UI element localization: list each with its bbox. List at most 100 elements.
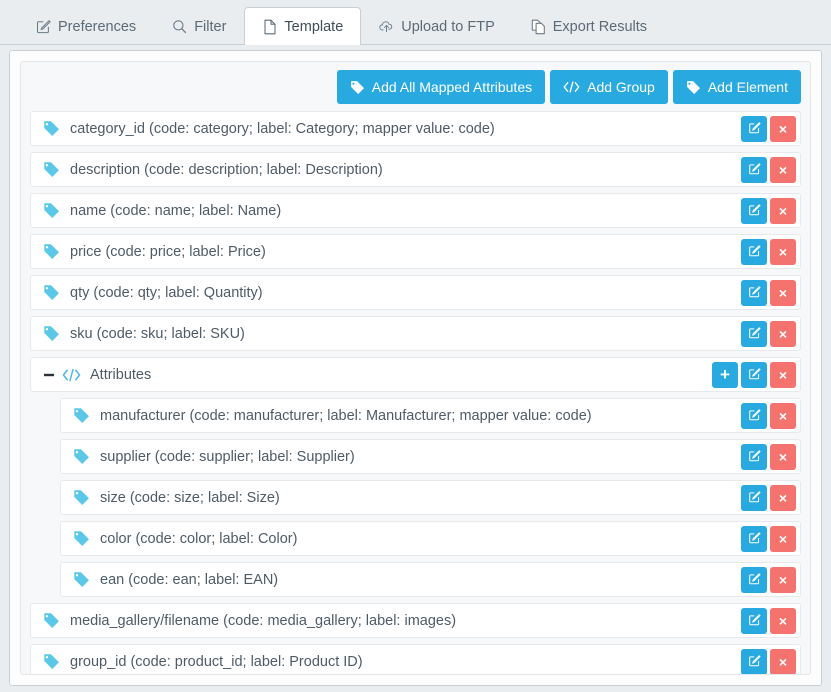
template-element-row[interactable]: color (code: color; label: Color) × — [60, 521, 801, 556]
add-group-button[interactable]: Add Group — [550, 70, 668, 104]
close-icon: × — [778, 202, 788, 219]
edit-button[interactable] — [741, 525, 767, 552]
tab-filter[interactable]: Filter — [154, 7, 244, 45]
edit-icon — [748, 162, 761, 178]
delete-button[interactable]: × — [770, 566, 796, 593]
edit-icon — [748, 244, 761, 260]
close-icon: × — [778, 366, 788, 383]
template-element-row[interactable]: media_gallery/filename (code: media_gall… — [30, 603, 801, 638]
delete-button[interactable]: × — [770, 320, 796, 347]
template-element-row[interactable]: description (code: description; label: D… — [30, 152, 801, 187]
edit-button[interactable] — [741, 238, 767, 265]
template-toolbar: Add All Mapped Attributes Add Group Add … — [30, 70, 801, 104]
template-element-row[interactable]: group_id (code: product_id; label: Produ… — [30, 644, 801, 674]
edit-icon — [748, 367, 761, 383]
close-icon: × — [778, 120, 788, 137]
close-icon: × — [778, 653, 788, 670]
edit-icon — [748, 326, 761, 342]
close-icon: × — [778, 243, 788, 260]
edit-button[interactable] — [741, 361, 767, 388]
tab-label: Preferences — [58, 18, 137, 35]
edit-button[interactable] — [741, 648, 767, 674]
template-element-row[interactable]: category_id (code: category; label: Cate… — [30, 111, 801, 146]
edit-button[interactable] — [741, 484, 767, 511]
tab-export-results[interactable]: Export Results — [513, 7, 665, 45]
row-actions: × — [741, 402, 796, 429]
edit-icon — [748, 531, 761, 547]
row-actions: × — [741, 566, 796, 593]
close-icon: × — [778, 612, 788, 629]
row-actions: × — [741, 238, 796, 265]
delete-button[interactable]: × — [770, 402, 796, 429]
row-label: sku (code: sku; label: SKU) — [70, 325, 245, 342]
row-label: qty (code: qty; label: Quantity) — [70, 284, 263, 301]
tag-icon — [41, 612, 61, 629]
close-icon: × — [778, 325, 788, 342]
edit-button[interactable] — [741, 443, 767, 470]
add-group-label: Add Group — [587, 79, 655, 95]
row-label: size (code: size; label: Size) — [100, 489, 280, 506]
row-actions: × — [741, 115, 796, 142]
edit-button[interactable] — [741, 279, 767, 306]
template-element-row[interactable]: manufacturer (code: manufacturer; label:… — [60, 398, 801, 433]
close-icon: × — [778, 284, 788, 301]
row-actions: × — [741, 197, 796, 224]
add-all-mapped-attributes-button[interactable]: Add All Mapped Attributes — [336, 70, 546, 104]
row-actions: × — [741, 607, 796, 634]
template-element-row[interactable]: name (code: name; label: Name) × — [30, 193, 801, 228]
row-actions: × — [741, 525, 796, 552]
delete-button[interactable]: × — [770, 156, 796, 183]
edit-icon — [748, 654, 761, 670]
edit-button[interactable] — [741, 115, 767, 142]
row-label: category_id (code: category; label: Cate… — [70, 120, 495, 137]
template-element-row[interactable]: sku (code: sku; label: SKU) × — [30, 316, 801, 351]
row-actions: × — [741, 279, 796, 306]
row-actions: × — [741, 443, 796, 470]
edit-button[interactable] — [741, 566, 767, 593]
add-element-label: Add Element — [707, 79, 788, 95]
edit-button[interactable] — [741, 607, 767, 634]
template-element-row[interactable]: supplier (code: supplier; label: Supplie… — [60, 439, 801, 474]
close-icon: × — [778, 489, 788, 506]
add-child-button[interactable]: + — [712, 361, 738, 388]
delete-button[interactable]: × — [770, 607, 796, 634]
delete-button[interactable]: × — [770, 525, 796, 552]
edit-icon — [748, 490, 761, 506]
tag-icon — [41, 653, 61, 670]
template-element-row[interactable]: size (code: size; label: Size) × — [60, 480, 801, 515]
plus-icon: + — [720, 365, 730, 384]
template-element-row[interactable]: ean (code: ean; label: EAN) × — [60, 562, 801, 597]
tab-preferences[interactable]: Preferences — [18, 7, 154, 45]
minus-icon[interactable] — [41, 369, 57, 381]
edit-icon — [748, 408, 761, 424]
template-element-row[interactable]: price (code: price; label: Price) × — [30, 234, 801, 269]
edit-button[interactable] — [741, 320, 767, 347]
delete-button[interactable]: × — [770, 238, 796, 265]
add-element-button[interactable]: Add Element — [672, 70, 801, 104]
tab-label: Template — [284, 18, 344, 35]
tag-icon — [41, 284, 61, 301]
tag-icon — [41, 325, 61, 342]
tag-icon — [350, 80, 365, 95]
delete-button[interactable]: × — [770, 279, 796, 306]
delete-button[interactable]: × — [770, 484, 796, 511]
edit-button[interactable] — [741, 402, 767, 429]
template-element-row[interactable]: qty (code: qty; label: Quantity) × — [30, 275, 801, 310]
add-all-mapped-attributes-label: Add All Mapped Attributes — [371, 79, 533, 95]
delete-button[interactable]: × — [770, 361, 796, 388]
row-label: color (code: color; label: Color) — [100, 530, 298, 547]
delete-button[interactable]: × — [770, 115, 796, 142]
template-group-row[interactable]: Attributes + × — [30, 357, 801, 392]
row-label: manufacturer (code: manufacturer; label:… — [100, 407, 592, 424]
delete-button[interactable]: × — [770, 648, 796, 674]
edit-button[interactable] — [741, 197, 767, 224]
search-icon — [172, 19, 187, 35]
delete-button[interactable]: × — [770, 197, 796, 224]
delete-button[interactable]: × — [770, 443, 796, 470]
template-panel-body: Add All Mapped Attributes Add Group Add … — [20, 61, 811, 675]
tag-icon — [41, 161, 61, 178]
close-icon: × — [778, 571, 788, 588]
edit-button[interactable] — [741, 156, 767, 183]
tab-template[interactable]: Template — [244, 7, 362, 45]
tab-upload-to-ftp[interactable]: Upload to FTP — [361, 7, 513, 45]
